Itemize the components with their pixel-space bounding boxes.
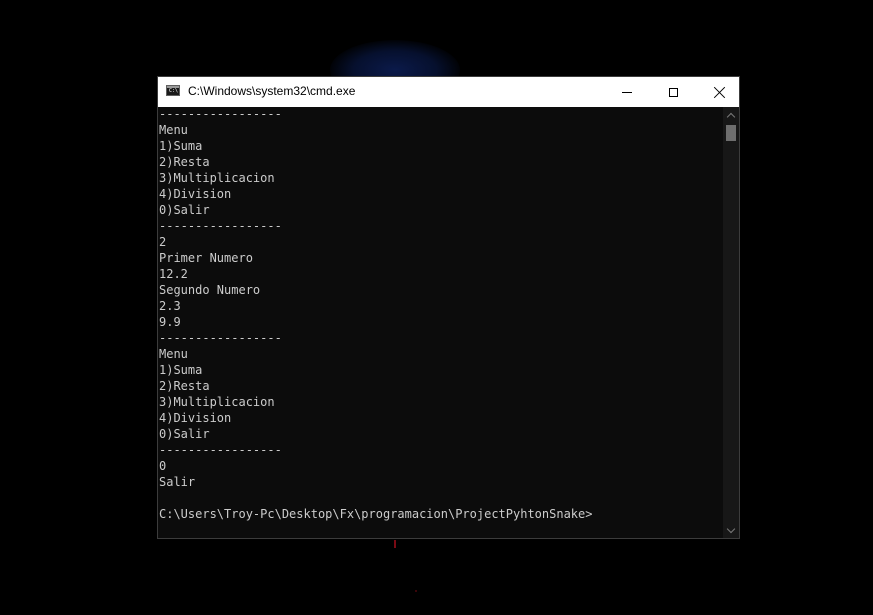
console-line: 1)Suma — [159, 139, 203, 153]
wallpaper-mark — [415, 590, 417, 592]
console-line: 4)Division — [159, 187, 232, 201]
chevron-up-icon — [726, 112, 736, 121]
console-line: 1)Suma — [159, 363, 203, 377]
maximize-icon — [668, 87, 678, 97]
console-line: 12.2 — [159, 267, 188, 281]
maximize-button[interactable] — [650, 77, 696, 107]
window-title: C:\Windows\system32\cmd.exe — [188, 84, 356, 98]
console-line: 0)Salir — [159, 203, 210, 217]
console-lines: ----------------- Menu 1)Suma 2)Resta 3)Mult… — [159, 107, 592, 522]
console-line: Salir — [159, 475, 196, 489]
console-line: Menu — [159, 347, 188, 361]
console-line: 2 — [159, 235, 167, 249]
scroll-thumb[interactable] — [726, 125, 736, 141]
cmd-icon-prompt: C:\ — [169, 88, 179, 94]
console-line: C:\Users\Troy-Pc\Desktop\Fx\programacion… — [159, 507, 593, 521]
console-line: 2)Resta — [159, 379, 210, 393]
console-line: 0)Salir — [159, 427, 210, 441]
console-line: ----------------- — [159, 443, 282, 457]
cmd-icon[interactable]: C:\ — [166, 85, 180, 96]
console-line: ----------------- — [159, 107, 282, 121]
cmd-window[interactable]: C:\ C:\Windows\system32\cmd.exe --------… — [157, 76, 740, 539]
wallpaper-mark — [394, 540, 396, 548]
scroll-up-button[interactable] — [723, 107, 739, 123]
console-line: Segundo Numero — [159, 283, 261, 297]
console-line: Menu — [159, 123, 188, 137]
vertical-scrollbar[interactable] — [723, 107, 739, 538]
desktop: C:\ C:\Windows\system32\cmd.exe --------… — [0, 0, 873, 615]
console-line: 2)Resta — [159, 155, 210, 169]
minimize-icon — [622, 91, 632, 93]
close-icon — [714, 87, 725, 98]
console-line: ----------------- — [159, 331, 282, 345]
console-line: 0 — [159, 459, 167, 473]
console-line: 4)Division — [159, 411, 232, 425]
console-line: 3)Multiplicacion — [159, 171, 275, 185]
console-line: 9.9 — [159, 315, 181, 329]
chevron-down-icon — [726, 524, 736, 533]
console-line: Primer Numero — [159, 251, 253, 265]
close-button[interactable] — [696, 77, 742, 107]
scroll-down-button[interactable] — [723, 522, 739, 538]
console-line: 2.3 — [159, 299, 181, 313]
console-line: 3)Multiplicacion — [159, 395, 275, 409]
console-output[interactable]: ----------------- Menu 1)Suma 2)Resta 3)Mult… — [158, 107, 723, 538]
minimize-button[interactable] — [604, 77, 650, 107]
title-bar[interactable]: C:\ C:\Windows\system32\cmd.exe — [158, 77, 739, 107]
console-line: ----------------- — [159, 219, 282, 233]
